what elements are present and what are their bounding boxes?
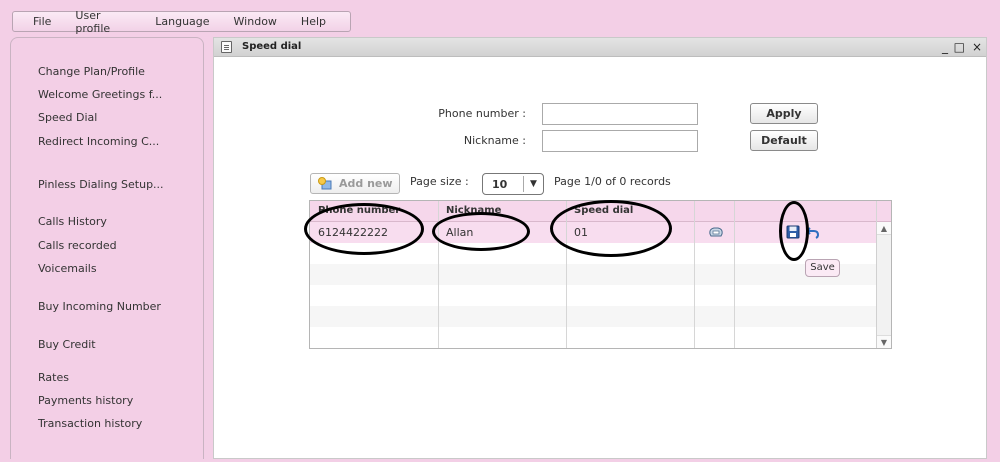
sidebar-item-payments-history[interactable]: Payments history	[38, 394, 133, 407]
sidebar-item-change-plan[interactable]: Change Plan/Profile	[38, 65, 145, 78]
table-row	[310, 264, 877, 285]
page-size-value: 10	[492, 178, 508, 191]
add-new-button[interactable]: Add new	[310, 173, 400, 194]
apply-button[interactable]: Apply	[750, 103, 818, 124]
table-row[interactable]: 6124422222 Allan 01	[310, 222, 877, 243]
scroll-down-icon[interactable]: ▼	[877, 335, 891, 348]
phone-icon[interactable]	[708, 225, 724, 239]
sidebar-item-buy-incoming-number[interactable]: Buy Incoming Number	[38, 300, 161, 313]
scroll-up-icon[interactable]: ▲	[877, 222, 891, 235]
close-button[interactable]: ×	[972, 39, 982, 55]
save-tooltip: Save	[805, 259, 840, 277]
dropdown-arrow-icon: ▼	[523, 176, 543, 192]
sidebar-item-transaction-history[interactable]: Transaction history	[38, 417, 142, 430]
sidebar-item-pinless-dialing[interactable]: Pinless Dialing Setup...	[38, 178, 164, 191]
sidebar: Change Plan/Profile Welcome Greetings f.…	[10, 37, 204, 459]
phone-number-label: Phone number :	[438, 107, 526, 120]
page-size-label: Page size :	[410, 175, 469, 188]
sidebar-item-buy-credit[interactable]: Buy Credit	[38, 338, 96, 351]
cell-speed-dial: 01	[574, 226, 588, 239]
save-icon[interactable]	[786, 225, 800, 239]
speed-dial-window: Speed dial _ □ × Phone number : Nickname…	[213, 37, 987, 459]
sidebar-item-welcome-greetings[interactable]: Welcome Greetings f...	[38, 88, 162, 101]
sidebar-item-redirect-incoming[interactable]: Redirect Incoming C...	[38, 135, 159, 148]
add-icon	[318, 177, 332, 190]
cell-phone: 6124422222	[318, 226, 388, 239]
window-title: Speed dial	[242, 41, 302, 52]
vertical-scrollbar[interactable]: ▲ ▼	[876, 222, 891, 348]
menu-bar: File User profile Language Window Help	[12, 9, 351, 35]
menu-help[interactable]: Help	[301, 15, 326, 28]
column-divider	[438, 201, 439, 348]
cell-nickname: Allan	[446, 226, 474, 239]
column-header-nickname[interactable]: Nickname	[446, 205, 501, 216]
column-divider	[694, 201, 695, 348]
table-header: Phone number Nickname Speed dial	[310, 201, 891, 222]
table-row	[310, 285, 877, 306]
menu-user-profile[interactable]: User profile	[75, 9, 131, 35]
maximize-button[interactable]: □	[954, 39, 965, 55]
document-icon	[221, 41, 232, 53]
undo-icon[interactable]	[806, 225, 820, 239]
phone-number-input[interactable]	[542, 103, 698, 125]
window-titlebar[interactable]: Speed dial _ □ ×	[214, 38, 986, 57]
sidebar-item-voicemails[interactable]: Voicemails	[38, 262, 97, 275]
column-header-speed-dial[interactable]: Speed dial	[574, 205, 633, 216]
menu-language[interactable]: Language	[155, 15, 209, 28]
sidebar-item-rates[interactable]: Rates	[38, 371, 69, 384]
nickname-label: Nickname :	[463, 134, 526, 147]
minimize-button[interactable]: _	[942, 39, 948, 55]
table-row	[310, 243, 877, 264]
menu-file[interactable]: File	[33, 15, 51, 28]
add-new-label: Add new	[339, 177, 393, 190]
default-button[interactable]: Default	[750, 130, 818, 151]
column-divider	[566, 201, 567, 348]
sidebar-item-calls-recorded[interactable]: Calls recorded	[38, 239, 117, 252]
table-row	[310, 327, 877, 348]
column-header-phone[interactable]: Phone number	[318, 205, 400, 216]
sidebar-item-calls-history[interactable]: Calls History	[38, 215, 107, 228]
page-info: Page 1/0 of 0 records	[554, 175, 671, 188]
page-size-select[interactable]: 10 ▼	[482, 173, 544, 195]
sidebar-item-speed-dial[interactable]: Speed Dial	[38, 111, 97, 124]
menu-window[interactable]: Window	[234, 15, 277, 28]
nickname-input[interactable]	[542, 130, 698, 152]
table-row	[310, 306, 877, 327]
column-divider	[734, 201, 735, 348]
